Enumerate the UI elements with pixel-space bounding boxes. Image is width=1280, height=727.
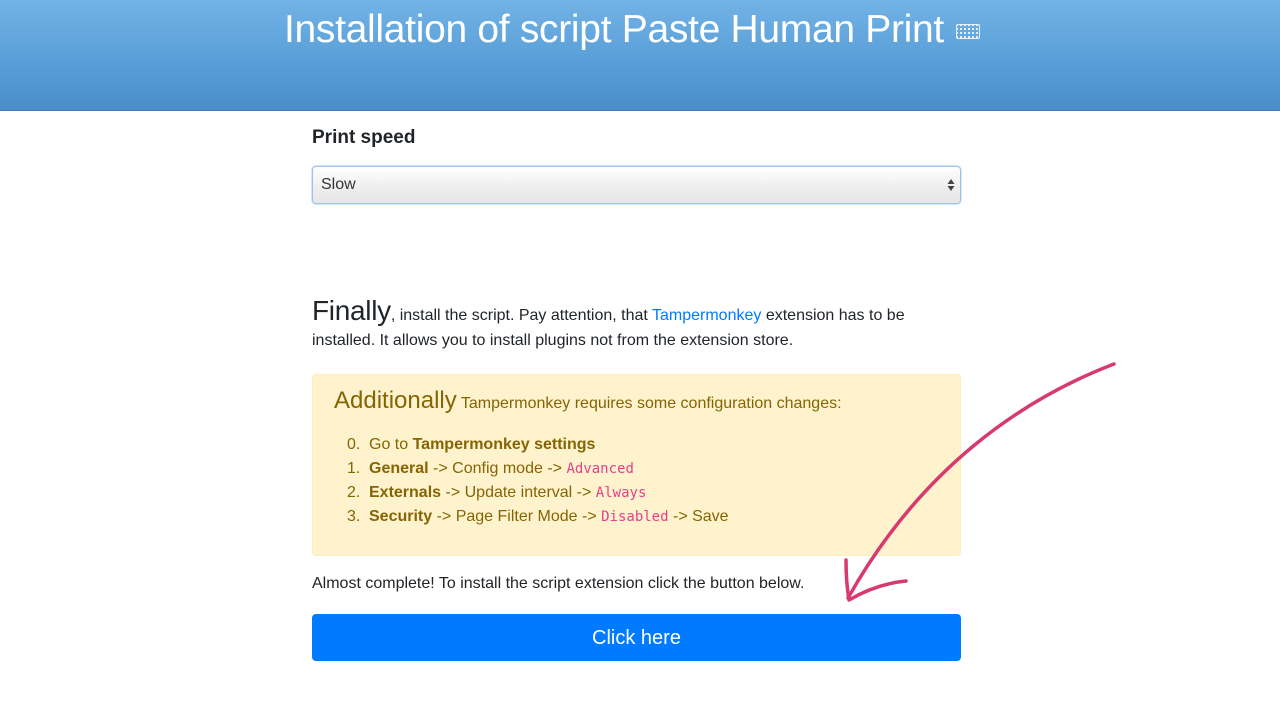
step-number: 3. [347,508,361,525]
select-arrows-icon [947,179,955,191]
config-alert: Additionally Tampermonkey requires some … [312,374,961,556]
finally-heading: Finally [312,295,391,326]
page-title-wrap: Installation of script Paste Human Print [284,8,980,52]
finally-text-1: , install the script. Pay attention, tha… [390,307,652,324]
step-mid: -> Update interval -> [441,484,596,501]
tampermonkey-link[interactable]: Tampermonkey [652,307,761,324]
finally-paragraph: Finally, install the script. Pay attenti… [312,295,961,353]
print-speed-selected-value: Slow [321,176,356,193]
step-pre: Go to [369,436,413,453]
config-step-0: 0. Go to Tampermonkey settings [347,433,729,457]
step-code: Always [595,485,647,501]
step-number: 2. [347,484,361,501]
alert-heading: Additionally Tampermonkey requires some … [334,387,842,415]
step-bold: General [369,460,429,477]
step-bold: Tampermonkey settings [412,436,596,453]
install-button[interactable]: Click here [312,614,961,661]
step-code: Disabled [601,509,669,525]
step-post: -> Save [668,508,729,525]
page: Installation of script Paste Human Print… [0,0,1280,727]
step-number: 0. [347,436,361,453]
print-speed-label: Print speed [312,127,416,148]
step-number: 1. [347,460,361,477]
config-step-1: 1. General -> Config mode -> Advanced [347,457,729,481]
step-code: Advanced [566,461,634,477]
config-step-2: 2. Externals -> Update interval -> Alway… [347,481,729,505]
config-steps-list: 0. Go to Tampermonkey settings 1. Genera… [347,433,729,529]
page-header: Installation of script Paste Human Print [0,0,1280,111]
step-mid: -> Page Filter Mode -> [432,508,602,525]
step-bold: Security [369,508,433,525]
page-title: Installation of script Paste Human Print [284,8,944,51]
step-mid: -> Config mode -> [428,460,567,477]
config-step-3: 3. Security -> Page Filter Mode -> Disab… [347,505,729,529]
print-speed-select[interactable]: Slow [312,166,961,204]
alert-heading-small: Tampermonkey requires some configuration… [456,395,842,412]
step-bold: Externals [369,484,442,501]
keyboard-icon [955,23,980,39]
almost-complete-text: Almost complete! To install the script e… [312,575,805,592]
alert-heading-big: Additionally [334,387,457,414]
